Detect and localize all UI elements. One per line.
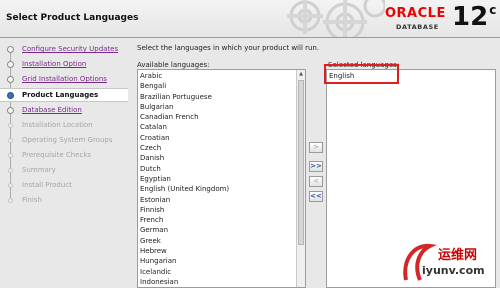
step-indicator-icon [7,61,14,68]
list-item[interactable]: Icelandic [139,267,295,277]
list-item[interactable]: Estonian [139,195,295,205]
gears-graphic [287,0,385,37]
scroll-up-icon[interactable]: ▲ [297,70,305,78]
step-install-product: Install Product [0,179,128,193]
step-indicator-icon [7,46,14,53]
list-item[interactable]: French [139,215,295,225]
available-languages-label: Available languages: [137,61,210,69]
available-items: Arabic Bengali Brazilian Portuguese Bulg… [139,71,295,287]
list-item[interactable]: Croatian [139,133,295,143]
step-database-edition[interactable]: Database Edition [0,104,128,118]
list-item[interactable]: Bulgarian [139,102,295,112]
watermark-logo-icon [403,243,437,281]
step-label: Install Product [22,181,72,189]
product-label: DATABASE [396,23,439,31]
step-indicator-icon [8,153,13,158]
step-current-icon [7,92,14,99]
wizard-steps: Configure Security Updates Installation … [0,40,128,288]
list-item[interactable]: Hebrew [139,246,295,256]
step-label: Installation Location [22,121,93,129]
add-button[interactable]: > [309,142,323,153]
instructions-text: Select the languages in which your produ… [137,44,320,52]
annotation-highlight-box [324,64,399,84]
step-label: Finish [22,196,42,204]
version-number: 12 [452,2,489,32]
step-grid-installation-options[interactable]: Grid Installation Options [0,73,128,87]
step-installation-option[interactable]: Installation Option [0,58,128,72]
list-item[interactable]: Hungarian [139,256,295,266]
header-banner: Select Product Languages ORACLE DATABASE… [0,0,500,38]
step-indicator-icon [7,76,14,83]
add-all-button[interactable]: >> [309,161,323,172]
scrollbar-thumb[interactable] [298,80,304,245]
list-item[interactable]: Brazilian Portuguese [139,92,295,102]
remove-button[interactable]: < [309,176,323,187]
list-item[interactable]: Arabic [139,71,295,81]
step-label: Grid Installation Options [22,75,107,83]
step-label: Configure Security Updates [22,45,119,53]
version-suffix: c [489,3,497,18]
list-item[interactable]: Catalan [139,122,295,132]
list-item[interactable]: Egyptian [139,174,295,184]
watermark: 运维网 iyunv.com [400,238,500,288]
step-indicator-icon [8,123,13,128]
list-item[interactable]: Dutch [139,164,295,174]
step-label: Operating System Groups [22,136,113,144]
step-summary: Summary [0,164,128,178]
vertical-scrollbar[interactable]: ▲ [296,70,305,287]
list-item[interactable]: Greek [139,236,295,246]
available-languages-list[interactable]: Arabic Bengali Brazilian Portuguese Bulg… [137,69,306,288]
list-item[interactable]: Czech [139,143,295,153]
list-item[interactable]: Danish [139,153,295,163]
version-label: 12c [452,2,496,32]
step-label: Summary [22,166,56,174]
step-product-languages[interactable]: Product Languages [0,88,128,102]
step-finish: Finish [0,194,128,208]
step-configure-security-updates[interactable]: Configure Security Updates [0,43,128,57]
step-label: Product Languages [22,91,99,99]
step-indicator-icon [8,183,13,188]
step-installation-location: Installation Location [0,119,128,133]
watermark-url: iyunv.com [422,264,485,277]
step-prerequisite-checks: Prerequisite Checks [0,149,128,163]
list-item[interactable]: German [139,225,295,235]
step-label: Prerequisite Checks [22,151,92,159]
step-indicator-icon [8,198,13,203]
oracle-logo: ORACLE [385,6,446,21]
watermark-name: 运维网 [438,248,478,263]
step-label: Database Edition [22,106,82,114]
list-item[interactable]: Indonesian [139,277,295,287]
list-item[interactable]: Canadian French [139,112,295,122]
step-label: Installation Option [22,60,87,68]
step-operating-system-groups: Operating System Groups [0,134,128,148]
step-indicator-icon [7,107,14,114]
list-item[interactable]: Finnish [139,205,295,215]
step-indicator-icon [8,138,13,143]
remove-all-button[interactable]: << [309,191,323,202]
list-item[interactable]: English (United Kingdom) [139,184,295,194]
page-title: Select Product Languages [6,13,139,23]
list-item[interactable]: Bengali [139,81,295,91]
step-indicator-icon [8,168,13,173]
